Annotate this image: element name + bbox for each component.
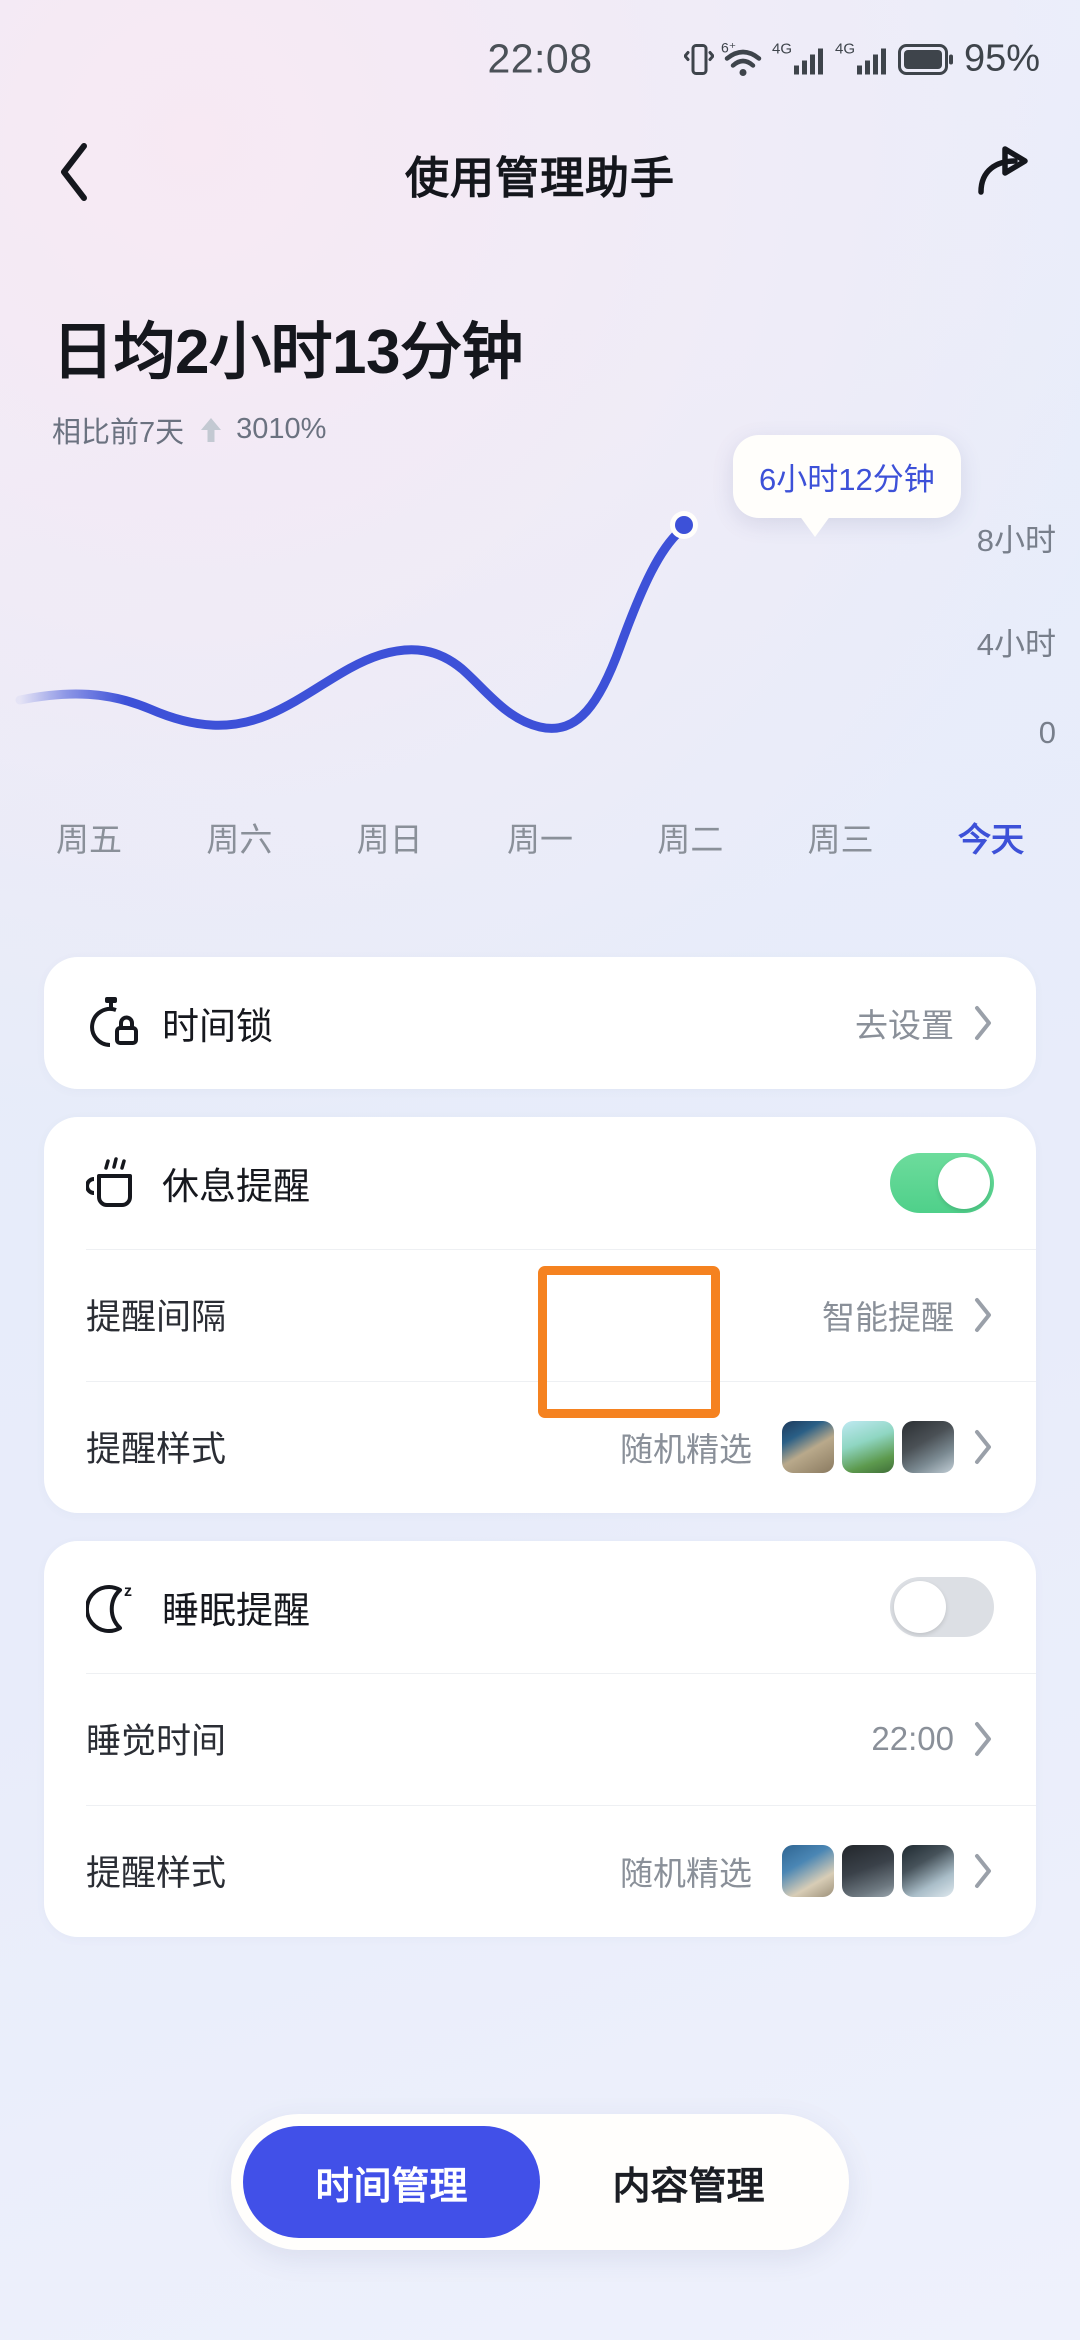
status-bar-icons: 6⁺ 4G 4G 95% (683, 37, 1040, 81)
thumb-snow (902, 1844, 954, 1897)
toggle-sleep-reminder[interactable] (890, 1576, 994, 1637)
usage-summary: 日均2小时13分钟 相比前7天 3010% (0, 230, 1080, 451)
svg-text:4G: 4G (835, 40, 855, 57)
day-label-today[interactable]: 今天 (958, 813, 1024, 861)
row-time-lock[interactable]: 时间锁 去设置 (44, 957, 1036, 1089)
value-text: 随机精选 (620, 1854, 752, 1892)
toggle-knob (894, 1580, 946, 1633)
row-value-reminder-style: 随机精选 (620, 1844, 994, 1897)
wifi-6plus-icon: 6⁺ (721, 38, 765, 80)
daily-average-headline: 日均2小时13分钟 (52, 318, 523, 387)
thumb-river (842, 1420, 894, 1473)
day-label-5[interactable]: 周三 (808, 813, 874, 861)
chart-tooltip: 6小时12分钟 (733, 434, 961, 537)
row-label-break-reminder: 休息提醒 (162, 1165, 310, 1207)
row-value-bedtime: 22:00 (871, 1720, 994, 1758)
chevron-right-icon (972, 1852, 994, 1890)
tab-content-management[interactable]: 内容管理 (540, 2126, 837, 2238)
battery-percent: 95% (963, 37, 1040, 80)
thumb-cliff (782, 1420, 834, 1473)
vibrate-icon (683, 39, 714, 79)
row-label-reminder-style: 提醒样式 (86, 1430, 227, 1470)
chart-x-axis: 周五 周六 周日 周一 周二 周三 今天 (0, 797, 1080, 861)
chevron-right-icon (972, 1296, 994, 1334)
card-sleep-reminder: z 睡眠提醒 睡觉时间 22:00 提醒样式 随机精选 (44, 1540, 1036, 1937)
stopwatch-lock-icon (86, 994, 162, 1052)
moon-sleep-icon: z (86, 1578, 162, 1636)
value-text: 22:00 (871, 1719, 954, 1757)
row-label-reminder-interval: 提醒间隔 (86, 1298, 227, 1338)
day-label-0[interactable]: 周五 (56, 813, 122, 861)
style-thumbnails[interactable] (782, 1844, 954, 1897)
status-bar: 22:08 6⁺ 4G 4G 95% (0, 0, 1080, 118)
comparison-label: 相比前7天 (52, 416, 185, 449)
row-bedtime[interactable]: 睡觉时间 22:00 (44, 1672, 1036, 1805)
card-time-lock: 时间锁 去设置 (44, 956, 1036, 1089)
row-reminder-style-break[interactable]: 提醒样式 随机精选 (44, 1380, 1036, 1513)
row-reminder-style-sleep[interactable]: 提醒样式 随机精选 (44, 1804, 1036, 1937)
toggle-break-reminder[interactable] (890, 1152, 994, 1213)
thumb-rock (902, 1420, 954, 1473)
value-text: 随机精选 (620, 1430, 752, 1468)
bottom-tab-bar: 时间管理 内容管理 (231, 2114, 849, 2250)
day-label-4[interactable]: 周二 (657, 813, 723, 861)
row-reminder-interval[interactable]: 提醒间隔 智能提醒 (44, 1248, 1036, 1381)
day-label-2[interactable]: 周日 (357, 813, 423, 861)
share-arrow-icon (975, 144, 1037, 205)
value-text: 去设置 (855, 1006, 954, 1044)
chart-line (15, 526, 685, 733)
row-value-reminder-style: 随机精选 (620, 1420, 994, 1473)
share-button[interactable] (970, 138, 1042, 210)
style-thumbnails[interactable] (782, 1420, 954, 1473)
row-label-reminder-style: 提醒样式 (86, 1854, 227, 1894)
comparison-value: 3010% (236, 413, 327, 446)
chart-canvas (15, 510, 698, 733)
chevron-right-icon (972, 1428, 994, 1466)
usage-line-chart[interactable]: 8小时 4小时 0 6小时12分钟 (0, 434, 1080, 797)
signal-4g-icon-2: 4G (835, 38, 891, 80)
day-label-1[interactable]: 周六 (206, 813, 272, 861)
thumb-lake (782, 1844, 834, 1897)
toggle-knob (938, 1156, 990, 1209)
tab-time-management[interactable]: 时间管理 (243, 2126, 540, 2238)
battery-icon (897, 42, 954, 76)
thumb-night (842, 1844, 894, 1897)
value-text: 智能提醒 (822, 1298, 954, 1336)
chart-point-today[interactable] (675, 515, 693, 534)
settings-list: 时间锁 去设置 休息提醒 提醒间隔 智能提醒 提醒样式 随机精选 z 睡眠提醒 … (0, 861, 1080, 1937)
chevron-right-icon (972, 1720, 994, 1758)
day-label-3[interactable]: 周一 (507, 813, 573, 861)
row-label-sleep-reminder: 睡眠提醒 (162, 1589, 310, 1631)
app-header: 使用管理助手 (0, 118, 1080, 230)
coffee-cup-icon (86, 1154, 162, 1212)
signal-4g-icon-1: 4G (772, 38, 828, 80)
card-break-reminder: 休息提醒 提醒间隔 智能提醒 提醒样式 随机精选 (44, 1116, 1036, 1513)
row-sleep-reminder[interactable]: z 睡眠提醒 (44, 1541, 1036, 1673)
row-label-time-lock: 时间锁 (162, 1005, 273, 1047)
row-value-reminder-interval: 智能提醒 (822, 1291, 994, 1339)
svg-text:4G: 4G (772, 40, 792, 57)
page-title: 使用管理助手 (405, 154, 675, 203)
row-value-time-lock: 去设置 (855, 999, 994, 1047)
chevron-right-icon (972, 1004, 994, 1042)
row-label-bedtime: 睡觉时间 (86, 1722, 227, 1762)
row-break-reminder[interactable]: 休息提醒 (44, 1117, 1036, 1249)
svg-text:z: z (124, 1583, 132, 1600)
arrow-up-icon (198, 415, 224, 445)
